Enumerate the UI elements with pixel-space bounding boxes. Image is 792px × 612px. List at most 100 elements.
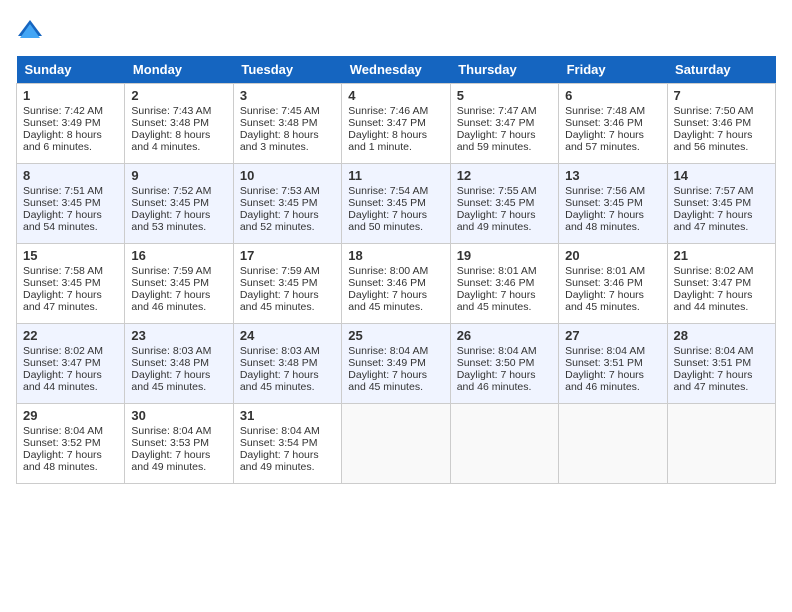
sunrise-text: Sunrise: 7:47 AM <box>457 105 537 117</box>
calendar-cell: 16Sunrise: 7:59 AMSunset: 3:45 PMDayligh… <box>125 244 233 324</box>
calendar-cell: 29Sunrise: 8:04 AMSunset: 3:52 PMDayligh… <box>17 404 125 484</box>
sunset-text: Sunset: 3:47 PM <box>348 117 426 129</box>
daylight-text: Daylight: 8 hours and 4 minutes. <box>131 129 210 153</box>
calendar-cell: 21Sunrise: 8:02 AMSunset: 3:47 PMDayligh… <box>667 244 775 324</box>
sunrise-text: Sunrise: 7:59 AM <box>240 265 320 277</box>
sunset-text: Sunset: 3:48 PM <box>240 357 318 369</box>
sunrise-text: Sunrise: 8:04 AM <box>131 425 211 437</box>
sunset-text: Sunset: 3:47 PM <box>23 357 101 369</box>
sunrise-text: Sunrise: 7:42 AM <box>23 105 103 117</box>
day-number: 4 <box>348 88 443 103</box>
daylight-text: Daylight: 7 hours and 53 minutes. <box>131 209 210 233</box>
sunset-text: Sunset: 3:45 PM <box>23 197 101 209</box>
calendar-cell: 19Sunrise: 8:01 AMSunset: 3:46 PMDayligh… <box>450 244 558 324</box>
sunrise-text: Sunrise: 7:45 AM <box>240 105 320 117</box>
calendar-header-row: SundayMondayTuesdayWednesdayThursdayFrid… <box>17 56 776 84</box>
sunrise-text: Sunrise: 8:01 AM <box>565 265 645 277</box>
sunset-text: Sunset: 3:50 PM <box>457 357 535 369</box>
daylight-text: Daylight: 7 hours and 45 minutes. <box>457 289 536 313</box>
daylight-text: Daylight: 7 hours and 48 minutes. <box>565 209 644 233</box>
sunset-text: Sunset: 3:46 PM <box>565 117 643 129</box>
sunset-text: Sunset: 3:46 PM <box>565 277 643 289</box>
sunset-text: Sunset: 3:52 PM <box>23 437 101 449</box>
daylight-text: Daylight: 7 hours and 47 minutes. <box>23 289 102 313</box>
daylight-text: Daylight: 7 hours and 57 minutes. <box>565 129 644 153</box>
sunset-text: Sunset: 3:45 PM <box>240 197 318 209</box>
sunset-text: Sunset: 3:46 PM <box>348 277 426 289</box>
daylight-text: Daylight: 7 hours and 52 minutes. <box>240 209 319 233</box>
calendar-cell: 7Sunrise: 7:50 AMSunset: 3:46 PMDaylight… <box>667 84 775 164</box>
sunrise-text: Sunrise: 7:46 AM <box>348 105 428 117</box>
day-number: 6 <box>565 88 660 103</box>
sunset-text: Sunset: 3:48 PM <box>131 117 209 129</box>
calendar-cell: 6 Sunrise: 7:48 AMSunset: 3:46 PMDaylight… <box>559 84 667 164</box>
day-number: 30 <box>131 408 226 423</box>
sunset-text: Sunset: 3:47 PM <box>457 117 535 129</box>
day-number: 3 <box>240 88 335 103</box>
day-number: 23 <box>131 328 226 343</box>
day-number: 9 <box>131 168 226 183</box>
sunset-text: Sunset: 3:49 PM <box>23 117 101 129</box>
daylight-text: Daylight: 7 hours and 46 minutes. <box>131 289 210 313</box>
sunrise-text: Sunrise: 7:48 AM <box>565 105 645 117</box>
sunset-text: Sunset: 3:45 PM <box>457 197 535 209</box>
sunset-text: Sunset: 3:48 PM <box>131 357 209 369</box>
calendar-week-3: 15Sunrise: 7:58 AMSunset: 3:45 PMDayligh… <box>17 244 776 324</box>
day-number: 19 <box>457 248 552 263</box>
daylight-text: Daylight: 7 hours and 49 minutes. <box>240 449 319 473</box>
day-number: 24 <box>240 328 335 343</box>
col-header-saturday: Saturday <box>667 56 775 84</box>
sunrise-text: Sunrise: 8:00 AM <box>348 265 428 277</box>
sunset-text: Sunset: 3:45 PM <box>348 197 426 209</box>
daylight-text: Daylight: 7 hours and 45 minutes. <box>240 289 319 313</box>
day-number: 8 <box>23 168 118 183</box>
day-number: 5 <box>457 88 552 103</box>
calendar-week-1: 1Sunrise: 7:42 AMSunset: 3:49 PMDaylight… <box>17 84 776 164</box>
daylight-text: Daylight: 7 hours and 54 minutes. <box>23 209 102 233</box>
daylight-text: Daylight: 7 hours and 45 minutes. <box>240 369 319 393</box>
sunrise-text: Sunrise: 7:56 AM <box>565 185 645 197</box>
calendar-cell: 23Sunrise: 8:03 AMSunset: 3:48 PMDayligh… <box>125 324 233 404</box>
calendar-cell: 26Sunrise: 8:04 AMSunset: 3:50 PMDayligh… <box>450 324 558 404</box>
day-number: 2 <box>131 88 226 103</box>
calendar-cell: 18Sunrise: 8:00 AMSunset: 3:46 PMDayligh… <box>342 244 450 324</box>
day-number: 7 <box>674 88 769 103</box>
calendar-cell: 10 Sunrise: 7:53 AMSunset: 3:45 PMDayligh… <box>233 164 341 244</box>
calendar-cell: 20Sunrise: 8:01 AMSunset: 3:46 PMDayligh… <box>559 244 667 324</box>
calendar-week-2: 8Sunrise: 7:51 AMSunset: 3:45 PMDaylight… <box>17 164 776 244</box>
day-number: 1 <box>23 88 118 103</box>
day-number: 25 <box>348 328 443 343</box>
day-number: 10 <box>240 168 335 183</box>
daylight-text: Daylight: 7 hours and 46 minutes. <box>565 369 644 393</box>
day-number: 22 <box>23 328 118 343</box>
daylight-text: Daylight: 8 hours and 6 minutes. <box>23 129 102 153</box>
day-number: 15 <box>23 248 118 263</box>
day-number: 20 <box>565 248 660 263</box>
calendar-cell <box>667 404 775 484</box>
sunset-text: Sunset: 3:49 PM <box>348 357 426 369</box>
daylight-text: Daylight: 7 hours and 44 minutes. <box>23 369 102 393</box>
sunrise-text: Sunrise: 8:04 AM <box>240 425 320 437</box>
sunrise-text: Sunrise: 7:43 AM <box>131 105 211 117</box>
day-number: 26 <box>457 328 552 343</box>
col-header-monday: Monday <box>125 56 233 84</box>
calendar-cell: 1 Sunrise: 7:42 AMSunset: 3:49 PMDaylight… <box>17 84 125 164</box>
sunrise-text: Sunrise: 8:03 AM <box>240 345 320 357</box>
calendar-cell: 4Sunrise: 7:46 AMSunset: 3:47 PMDaylight… <box>342 84 450 164</box>
sunrise-text: Sunrise: 7:53 AM <box>240 185 320 197</box>
daylight-text: Daylight: 7 hours and 50 minutes. <box>348 209 427 233</box>
calendar-cell <box>342 404 450 484</box>
sunrise-text: Sunrise: 7:57 AM <box>674 185 754 197</box>
sunrise-text: Sunrise: 8:04 AM <box>348 345 428 357</box>
sunset-text: Sunset: 3:47 PM <box>674 277 752 289</box>
calendar-cell: 9Sunrise: 7:52 AMSunset: 3:45 PMDaylight… <box>125 164 233 244</box>
logo <box>16 16 48 44</box>
calendar-cell: 30Sunrise: 8:04 AMSunset: 3:53 PMDayligh… <box>125 404 233 484</box>
day-number: 12 <box>457 168 552 183</box>
logo-icon <box>16 16 44 44</box>
sunset-text: Sunset: 3:51 PM <box>565 357 643 369</box>
sunset-text: Sunset: 3:46 PM <box>674 117 752 129</box>
calendar-cell: 27Sunrise: 8:04 AMSunset: 3:51 PMDayligh… <box>559 324 667 404</box>
sunrise-text: Sunrise: 8:02 AM <box>674 265 754 277</box>
sunrise-text: Sunrise: 8:04 AM <box>23 425 103 437</box>
